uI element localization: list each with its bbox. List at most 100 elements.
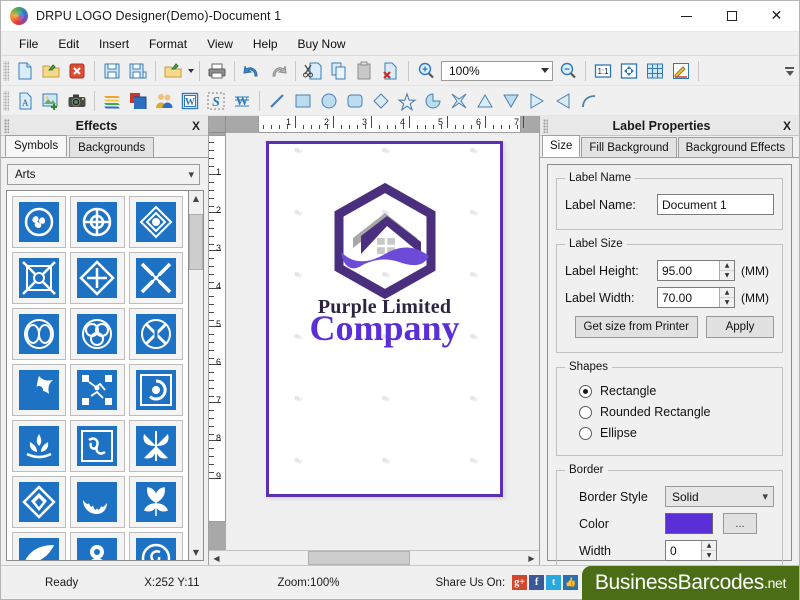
rounded-rect-tool-icon[interactable] — [342, 88, 368, 114]
zoom-combo[interactable]: 100% — [441, 61, 553, 81]
triangle-up-tool-icon[interactable] — [472, 88, 498, 114]
label-width-spin-buttons[interactable]: ▲▼ — [719, 288, 734, 307]
symbol-item[interactable] — [12, 252, 66, 304]
symbol-grid-scrollbar[interactable]: ▲ ▼ — [189, 190, 204, 561]
export-folder-icon[interactable] — [160, 58, 186, 84]
effects-panel-close-button[interactable]: X — [184, 119, 208, 133]
rectangle-tool-icon[interactable] — [290, 88, 316, 114]
triangle-left-tool-icon[interactable] — [550, 88, 576, 114]
symbol-item[interactable] — [129, 364, 183, 416]
shapes-stack-icon[interactable] — [125, 88, 151, 114]
new-document-icon[interactable] — [12, 58, 38, 84]
thumbs-up-icon[interactable]: 👍 — [563, 575, 578, 590]
hscrollbar-thumb[interactable] — [308, 551, 410, 565]
watermark-icon[interactable]: W — [229, 88, 255, 114]
scroll-right-arrow-icon[interactable]: ▶ — [524, 551, 539, 565]
symbol-item[interactable] — [70, 476, 124, 528]
border-width-stepper[interactable]: 0 ▲▼ — [665, 540, 717, 561]
close-document-icon[interactable] — [64, 58, 90, 84]
scrollbar-thumb[interactable] — [189, 214, 203, 270]
symbol-item[interactable] — [70, 308, 124, 360]
paste-icon[interactable] — [352, 58, 378, 84]
spin-up-icon[interactable]: ▲ — [720, 288, 734, 298]
shape-option-rounded-rectangle[interactable]: Rounded Rectangle — [579, 405, 774, 419]
menu-format[interactable]: Format — [139, 34, 197, 54]
label-name-input[interactable]: Document 1 — [657, 194, 774, 215]
tab-backgrounds[interactable]: Backgrounds — [69, 137, 154, 157]
minimize-button[interactable] — [664, 1, 709, 32]
scroll-down-arrow-icon[interactable]: ▼ — [189, 545, 203, 560]
label-page[interactable]: Purple Limited Company — [266, 141, 503, 497]
symbol-item[interactable] — [129, 476, 183, 528]
toolbar-overflow-button[interactable] — [783, 60, 796, 82]
symbol-item[interactable] — [12, 308, 66, 360]
line-tool-icon[interactable] — [264, 88, 290, 114]
menu-edit[interactable]: Edit — [48, 34, 89, 54]
facebook-icon[interactable]: f — [529, 575, 544, 590]
shape-option-ellipse[interactable]: Ellipse — [579, 426, 774, 440]
label-properties-close-button[interactable]: X — [775, 119, 799, 133]
open-folder-icon[interactable] — [38, 58, 64, 84]
zoom-out-icon[interactable] — [555, 58, 581, 84]
spin-down-icon[interactable]: ▼ — [720, 271, 734, 280]
toolbar-grip[interactable] — [3, 61, 9, 81]
canvas-viewport[interactable]: Purple Limited Company — [226, 133, 539, 550]
actual-size-icon[interactable]: 1:1 — [590, 58, 616, 84]
layers-icon[interactable] — [99, 88, 125, 114]
symbol-item[interactable] — [129, 308, 183, 360]
hscrollbar-track[interactable] — [224, 551, 524, 565]
ellipse-tool-icon[interactable] — [316, 88, 342, 114]
redo-icon[interactable] — [265, 58, 291, 84]
menu-help[interactable]: Help — [243, 34, 288, 54]
logo-object[interactable]: Purple Limited Company — [269, 182, 500, 345]
symbol-item[interactable] — [12, 364, 66, 416]
word-art-icon[interactable]: W — [177, 88, 203, 114]
menu-buy-now[interactable]: Buy Now — [288, 34, 356, 54]
tab-background-effects[interactable]: Background Effects — [678, 137, 794, 157]
symbol-item[interactable] — [129, 420, 183, 472]
tab-fill-background[interactable]: Fill Background — [581, 137, 676, 157]
label-width-stepper[interactable]: 70.00 ▲▼ — [657, 287, 735, 308]
label-height-stepper[interactable]: 95.00 ▲▼ — [657, 260, 735, 281]
tab-size[interactable]: Size — [542, 135, 580, 157]
vertical-ruler[interactable]: 1 2 3 4 5 6 7 8 9 — [209, 133, 226, 550]
border-width-spin-buttons[interactable]: ▲▼ — [701, 541, 716, 560]
spin-down-icon[interactable]: ▼ — [702, 551, 716, 560]
get-size-from-printer-button[interactable]: Get size from Printer — [575, 316, 698, 338]
border-color-swatch[interactable] — [665, 513, 713, 534]
symbol-item[interactable] — [12, 420, 66, 472]
apply-button[interactable]: Apply — [706, 316, 774, 338]
toolbar-grip[interactable] — [3, 91, 9, 111]
print-icon[interactable] — [204, 58, 230, 84]
symbol-item[interactable] — [129, 532, 183, 561]
google-plus-icon[interactable]: g+ — [512, 575, 527, 590]
scroll-left-arrow-icon[interactable]: ◀ — [209, 551, 224, 565]
label-width-value[interactable]: 70.00 — [658, 288, 719, 307]
radio-rounded-rectangle-icon[interactable] — [579, 406, 592, 419]
edit-design-icon[interactable] — [668, 58, 694, 84]
camera-icon[interactable] — [64, 88, 90, 114]
menu-view[interactable]: View — [197, 34, 243, 54]
save-as-icon[interactable] — [125, 58, 151, 84]
add-image-icon[interactable] — [38, 88, 64, 114]
menu-insert[interactable]: Insert — [89, 34, 139, 54]
contacts-icon[interactable] — [151, 88, 177, 114]
export-dropdown-arrow[interactable] — [186, 69, 195, 73]
grid-icon[interactable] — [642, 58, 668, 84]
symbol-grid[interactable] — [6, 190, 189, 561]
shape-option-rectangle[interactable]: Rectangle — [579, 384, 774, 398]
arc-tool-icon[interactable] — [576, 88, 602, 114]
canvas-horizontal-scrollbar[interactable]: ◀ ▶ — [209, 550, 539, 565]
cut-icon[interactable] — [300, 58, 326, 84]
spin-up-icon[interactable]: ▲ — [720, 261, 734, 271]
label-height-value[interactable]: 95.00 — [658, 261, 719, 280]
symbol-item[interactable] — [12, 196, 66, 248]
save-icon[interactable] — [99, 58, 125, 84]
menu-file[interactable]: File — [9, 34, 48, 54]
symbol-item[interactable] — [129, 196, 183, 248]
symbol-item[interactable] — [70, 532, 124, 561]
label-height-spin-buttons[interactable]: ▲▼ — [719, 261, 734, 280]
copy-icon[interactable] — [326, 58, 352, 84]
radio-ellipse-icon[interactable] — [579, 427, 592, 440]
twitter-icon[interactable]: t — [546, 575, 561, 590]
